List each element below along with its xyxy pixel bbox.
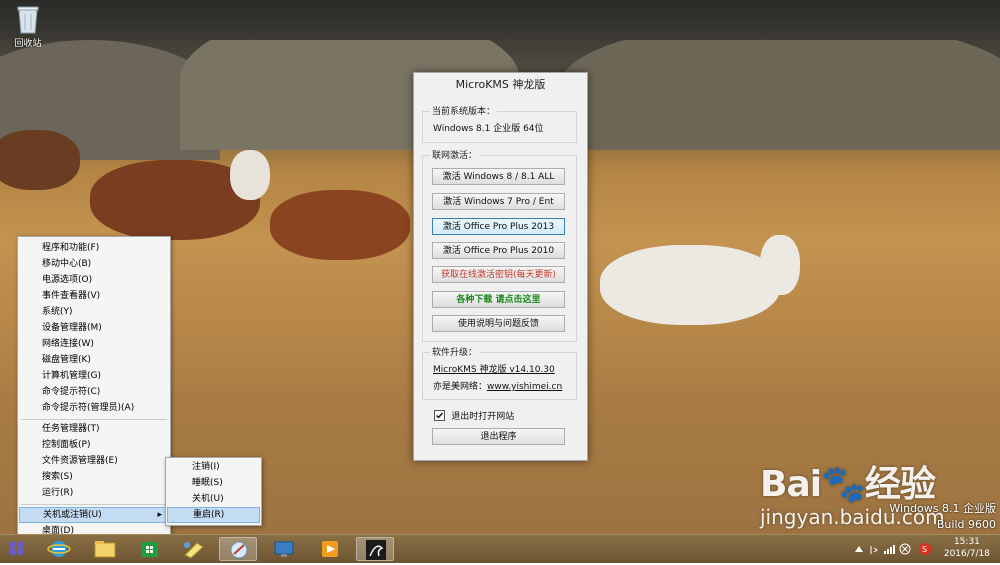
- menu-item-power-options[interactable]: 电源选项(O): [19, 272, 169, 288]
- menu-separator: [21, 419, 167, 420]
- get-online-key-button[interactable]: 获取在线激活密钥(每天更新): [432, 266, 565, 283]
- taskbar-paint[interactable]: [175, 537, 213, 561]
- horse-shape: [270, 190, 410, 260]
- taskbar-internet-explorer[interactable]: [40, 537, 78, 561]
- submenu-item-signout[interactable]: 注销(I): [167, 459, 260, 475]
- window-title: MicroKMS 神龙版: [455, 78, 546, 91]
- activate-win8-button[interactable]: 激活 Windows 8 / 8.1 ALL: [432, 168, 565, 185]
- menu-item-mobility-center[interactable]: 移动中心(B): [19, 256, 169, 272]
- checkbox-icon[interactable]: [434, 410, 445, 421]
- current-version-label: 当前系统版本：: [430, 104, 498, 117]
- menu-item-network-connections[interactable]: 网络连接(W): [19, 336, 169, 352]
- menu-item-file-explorer[interactable]: 文件资源管理器(E): [19, 453, 169, 469]
- menu-item-task-manager[interactable]: 任务管理器(T): [19, 421, 169, 437]
- horse-shape: [0, 130, 80, 190]
- site-row: 亦是美网络：www.yishimei.cn: [433, 379, 562, 392]
- submenu-item-sleep[interactable]: 睡眠(S): [167, 475, 260, 491]
- menu-item-programs-features[interactable]: 程序和功能(F): [19, 240, 169, 256]
- menu-item-event-viewer[interactable]: 事件查看器(V): [19, 288, 169, 304]
- menu-item-run[interactable]: 运行(R): [19, 485, 169, 501]
- taskbar: S 15:31 2016/7/18: [0, 534, 1000, 563]
- internet-explorer-icon: [47, 541, 71, 557]
- sky-shade: [0, 0, 1000, 40]
- site-url-link[interactable]: www.yishimei.cn: [487, 382, 562, 392]
- help-feedback-button[interactable]: 使用说明与问题反馈: [432, 315, 565, 332]
- horse-shape: [600, 245, 780, 325]
- submenu-item-restart[interactable]: 重启(R): [167, 507, 260, 523]
- volume-muted-icon[interactable]: [902, 546, 908, 552]
- upgrade-group: MicroKMS 神龙版 v14.10.30 亦是美网络：www.yishime…: [422, 352, 577, 400]
- file-explorer-icon: [94, 541, 116, 558]
- menu-item-device-manager[interactable]: 设备管理器(M): [19, 320, 169, 336]
- horse-shape: [230, 150, 270, 200]
- menu-separator: [21, 504, 167, 505]
- menu-item-shutdown-signout[interactable]: 关机或注销(U) ▸: [19, 507, 169, 523]
- microkms-window: MicroKMS 神龙版 Windows 8.1 企业版 64位 当前系统版本：…: [413, 72, 588, 461]
- checkbox-label: 退出时打开网站: [451, 412, 515, 422]
- horse-shape: [760, 235, 800, 295]
- open-site-checkbox-row[interactable]: 退出时打开网站: [434, 409, 515, 422]
- software-icon: [230, 541, 248, 559]
- os-build-text: Build 9600: [936, 518, 996, 531]
- media-player-icon: [322, 541, 338, 557]
- current-version-value: Windows 8.1 企业版 64位: [433, 124, 544, 134]
- downloads-button[interactable]: 各种下载 请点击这里: [432, 291, 565, 308]
- remote-desktop-icon: [274, 541, 294, 557]
- activate-office2010-button[interactable]: 激活 Office Pro Plus 2010: [432, 242, 565, 259]
- upgrade-version-link[interactable]: MicroKMS 神龙版 v14.10.30: [433, 362, 555, 375]
- taskbar-media-player[interactable]: [311, 537, 349, 561]
- menu-item-disk-management[interactable]: 磁盘管理(K): [19, 352, 169, 368]
- taskbar-remote-desktop[interactable]: [265, 537, 303, 561]
- menu-item-shutdown-label: 关机或注销(U): [43, 510, 102, 520]
- recycle-bin-label: 回收站: [14, 39, 42, 49]
- clock-date: 2016/7/18: [943, 549, 990, 559]
- taskbar-software[interactable]: [219, 537, 257, 561]
- start-icon: [10, 542, 23, 555]
- activate-office2013-button[interactable]: 激活 Office Pro Plus 2013: [432, 218, 565, 235]
- baidu-watermark: Bai🐾经验 jingyan.baidu.com: [760, 455, 945, 529]
- exit-button[interactable]: 退出程序: [432, 428, 565, 445]
- menu-item-search[interactable]: 搜索(S): [19, 469, 169, 485]
- upgrade-label: 软件升级：: [430, 345, 480, 358]
- tray-icons: S: [853, 542, 938, 559]
- recycle-bin-icon: [16, 4, 40, 34]
- store-icon: [142, 542, 158, 557]
- flag-icon[interactable]: [870, 546, 878, 554]
- recycle-bin[interactable]: 回收站: [8, 4, 48, 49]
- submenu-item-shutdown[interactable]: 关机(U): [167, 491, 260, 507]
- online-activation-label: 联网激活：: [430, 148, 480, 161]
- taskbar-microkms[interactable]: [356, 537, 394, 561]
- menu-item-command-prompt-admin[interactable]: 命令提示符(管理员)(A): [19, 400, 169, 416]
- menu-item-system[interactable]: 系统(Y): [19, 304, 169, 320]
- menu-item-command-prompt[interactable]: 命令提示符(C): [19, 384, 169, 400]
- microkms-icon: [366, 540, 386, 560]
- paint-icon: [184, 542, 204, 559]
- submenu-arrow-icon: ▸: [157, 510, 162, 520]
- site-label: 亦是美网络：: [433, 382, 488, 392]
- start-button[interactable]: [4, 537, 30, 561]
- taskbar-file-explorer[interactable]: [86, 537, 124, 561]
- shutdown-submenu: 注销(I) 睡眠(S) 关机(U) 重启(R): [165, 457, 262, 526]
- winx-context-menu: 程序和功能(F) 移动中心(B) 电源选项(O) 事件查看器(V) 系统(Y) …: [17, 236, 171, 542]
- network-icon[interactable]: [893, 545, 895, 554]
- show-hidden-icons-icon[interactable]: [855, 546, 863, 552]
- clock[interactable]: 15:31 2016/7/18: [944, 536, 990, 560]
- taskbar-store[interactable]: [131, 537, 169, 561]
- activate-win7-button[interactable]: 激活 Windows 7 Pro / Ent: [432, 193, 565, 210]
- clock-time: 15:31: [953, 537, 980, 547]
- menu-item-computer-management[interactable]: 计算机管理(G): [19, 368, 169, 384]
- os-edition-text: Windows 8.1 企业版: [889, 502, 996, 515]
- menu-item-control-panel[interactable]: 控制面板(P): [19, 437, 169, 453]
- sogou-ime-icon[interactable]: S: [922, 545, 927, 554]
